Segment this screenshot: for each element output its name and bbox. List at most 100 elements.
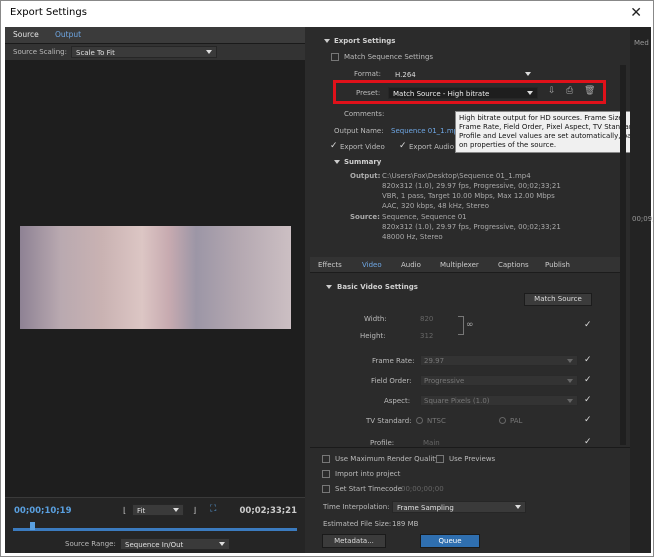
ntsc-radio[interactable] <box>416 417 423 424</box>
render-options: Use Maximum Render Quality Use Previews … <box>310 447 630 553</box>
profile-label: Profile: <box>370 439 395 447</box>
summary-output-line: C:\Users\Fox\Desktop\Sequence 01_1.mp4 <box>382 172 531 180</box>
tab-captions[interactable]: Captions <box>498 261 529 269</box>
width-label: Width: <box>364 315 387 323</box>
tab-publish[interactable]: Publish <box>545 261 570 269</box>
use-previews-checkbox[interactable] <box>436 455 444 463</box>
tab-output[interactable]: Output <box>55 30 81 39</box>
source-tabs: Source Output <box>5 27 305 44</box>
source-scaling-label: Source Scaling: <box>13 48 67 56</box>
summary-source-line: 820x312 (1.0), 29.97 fps, Progressive, 0… <box>382 223 561 231</box>
export-audio-checkbox[interactable]: ✓ <box>399 141 407 151</box>
tab-multiplexer[interactable]: Multiplexer <box>440 261 479 269</box>
aspect-label: Aspect: <box>384 397 411 405</box>
output-name-label: Output Name: <box>334 127 384 135</box>
frame-rate-checkbox[interactable]: ✓ <box>584 355 592 365</box>
set-in-point-icon[interactable]: ⌊ <box>123 506 126 515</box>
export-settings-header: Export Settings <box>334 37 396 45</box>
basic-video-settings: Basic Video Settings Match Source Width:… <box>310 273 620 447</box>
aspect-checkbox[interactable]: ✓ <box>584 395 592 405</box>
close-icon[interactable]: ✕ <box>630 5 642 21</box>
metadata-button[interactable]: Metadata... <box>322 534 386 548</box>
aspect-value: Square Pixels (1.0) <box>424 397 490 405</box>
source-range-value: Sequence In/Out <box>125 541 184 549</box>
max-render-label: Use Maximum Render Quality <box>335 455 440 463</box>
zoom-fit-dropdown[interactable]: Fit <box>132 504 184 516</box>
field-order-dropdown[interactable]: Progressive <box>420 375 578 386</box>
summary-source-line: 48000 Hz, Stereo <box>382 233 443 241</box>
tab-source[interactable]: Source <box>13 30 39 39</box>
summary-triangle-icon[interactable] <box>334 160 340 164</box>
source-panel: Source Output Source Scaling: Scale To F… <box>5 27 305 553</box>
export-audio-label: Export Audio <box>409 143 455 151</box>
profile-row-clipped: Profile: Main ✓ <box>310 433 620 447</box>
max-render-checkbox[interactable] <box>322 455 330 463</box>
settings-scrollbar[interactable] <box>620 65 626 445</box>
preset-highlight-box <box>333 80 606 104</box>
summary-header: Summary <box>344 158 382 166</box>
tv-standard-checkbox[interactable]: ✓ <box>584 415 592 425</box>
match-size-checkbox[interactable]: ✓ <box>584 320 592 330</box>
chevron-down-icon <box>525 72 531 76</box>
tab-video[interactable]: Video <box>362 261 382 269</box>
summary-output-line: 820x312 (1.0), 29.97 fps, Progressive, 0… <box>382 182 561 190</box>
match-sequence-checkbox[interactable] <box>331 53 339 61</box>
match-source-button[interactable]: Match Source <box>524 293 592 306</box>
source-scaling-dropdown[interactable]: Scale To Fit <box>71 46 217 58</box>
tab-effects[interactable]: Effects <box>318 261 342 269</box>
video-frame <box>20 226 291 329</box>
format-dropdown[interactable]: H.264 <box>390 68 536 80</box>
export-settings-section: Export Settings Match Sequence Settings … <box>310 27 650 245</box>
field-order-checkbox[interactable]: ✓ <box>584 375 592 385</box>
ntsc-label: NTSC <box>427 417 446 425</box>
frame-rate-dropdown[interactable]: 29.97 <box>420 355 578 366</box>
source-range-dropdown[interactable]: Sequence In/Out <box>120 538 230 550</box>
video-collapse-triangle-icon[interactable] <box>326 285 332 289</box>
profile-checkbox[interactable]: ✓ <box>584 437 592 447</box>
match-sequence-label: Match Sequence Settings <box>344 53 434 61</box>
source-scaling-value: Scale To Fit <box>76 49 115 57</box>
field-order-label: Field Order: <box>371 377 412 385</box>
chevron-down-icon <box>515 505 521 509</box>
output-name-link[interactable]: Sequence 01_1.mp4 <box>391 127 463 135</box>
pal-label: PAL <box>510 417 523 425</box>
format-value: H.264 <box>395 71 416 79</box>
aspect-dropdown[interactable]: Square Pixels (1.0) <box>420 395 578 406</box>
format-label: Format: <box>354 70 382 78</box>
export-video-checkbox[interactable]: ✓ <box>330 141 338 151</box>
height-label: Height: <box>360 332 386 340</box>
settings-tabs: Effects Video Audio Multiplexer Captions… <box>310 257 620 273</box>
playback-bar: 00;00;10;19 Fit ⌊ ⌋ ⛶ 00;02;33;21 Source… <box>5 497 305 553</box>
time-interpolation-label: Time Interpolation: <box>323 503 390 511</box>
timeline-track[interactable] <box>13 528 297 531</box>
import-project-checkbox[interactable] <box>322 470 330 478</box>
width-value[interactable]: 820 <box>420 315 433 323</box>
field-order-value: Progressive <box>424 377 465 385</box>
set-out-point-icon[interactable]: ⌋ <box>193 506 196 515</box>
tab-audio[interactable]: Audio <box>401 261 421 269</box>
basic-video-header: Basic Video Settings <box>337 283 418 291</box>
far-label-timecode: 00;09;0 <box>632 215 653 223</box>
height-value[interactable]: 312 <box>420 332 433 340</box>
summary-source-label: Source: <box>350 213 380 221</box>
aspect-toggle-icon[interactable]: ⛶ <box>210 504 216 514</box>
file-size-value: 189 MB <box>392 520 419 528</box>
queue-button[interactable]: Queue <box>420 534 480 548</box>
chain-link-icon[interactable]: ∞ <box>466 320 474 330</box>
summary-source-line: Sequence, Sequence 01 <box>382 213 467 221</box>
comments-label: Comments: <box>344 110 385 118</box>
playhead-handle[interactable] <box>30 522 35 530</box>
summary-output-line: AAC, 320 kbps, 48 kHz, Stereo <box>382 202 489 210</box>
settings-panel: Export Settings Match Sequence Settings … <box>310 27 653 553</box>
current-timecode[interactable]: 00;00;10;19 <box>14 506 72 516</box>
pal-radio[interactable] <box>499 417 506 424</box>
summary-output-label: Output: <box>350 172 381 180</box>
start-timecode-value[interactable]: 00;00;00;00 <box>401 485 444 493</box>
chevron-down-icon <box>219 542 225 546</box>
app-body: Source Output Source Scaling: Scale To F… <box>5 27 653 553</box>
start-timecode-checkbox[interactable] <box>322 485 330 493</box>
profile-value: Main <box>423 439 440 447</box>
collapse-triangle-icon[interactable] <box>324 39 330 43</box>
video-preview-area <box>5 60 305 497</box>
time-interpolation-dropdown[interactable]: Frame Sampling <box>392 501 526 513</box>
